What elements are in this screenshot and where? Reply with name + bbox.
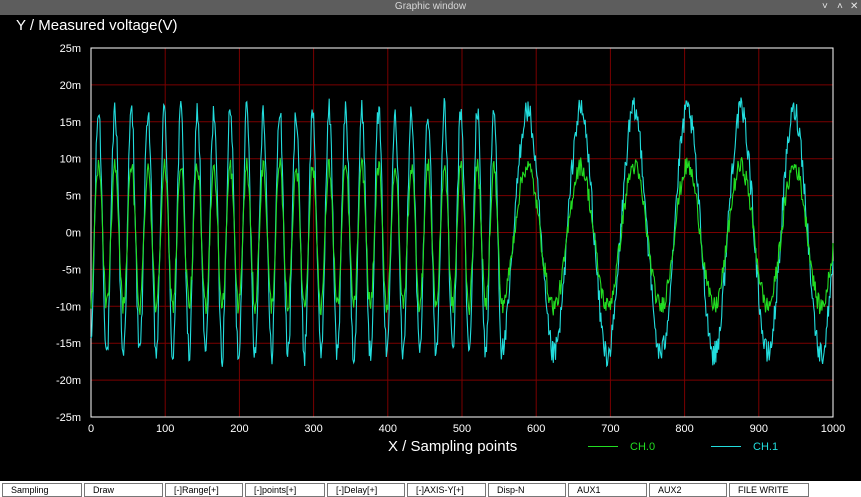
y-tick-label: 25m bbox=[60, 43, 81, 55]
y-tick-label: 10m bbox=[60, 154, 81, 166]
x-tick-label: 900 bbox=[750, 423, 768, 435]
axis-y-button[interactable]: [-]AXIS-Y[+] bbox=[407, 483, 486, 497]
y-tick-label: 5m bbox=[66, 191, 81, 203]
close-icon[interactable]: ✕ bbox=[850, 1, 858, 12]
control-toolbar: Sampling Draw [-]Range[+] [-]points[+] [… bbox=[0, 481, 861, 497]
y-tick-label: 0m bbox=[66, 228, 81, 240]
x-tick-label: 600 bbox=[527, 423, 545, 435]
window-title: Graphic window bbox=[394, 1, 467, 12]
x-axis-title: X / Sampling points bbox=[388, 438, 518, 455]
x-tick-label: 100 bbox=[156, 423, 174, 435]
maximize-icon[interactable]: ˄ bbox=[837, 1, 843, 12]
disp-n-button[interactable]: Disp-N bbox=[488, 483, 566, 497]
y-tick-label: -10m bbox=[56, 301, 81, 313]
y-tick-label: 15m bbox=[60, 117, 81, 129]
legend-label-ch1: CH.1 bbox=[753, 441, 779, 453]
aux1-button[interactable]: AUX1 bbox=[568, 483, 647, 497]
chart: 25m 20m 15m 10m 5m 0m -5m -10m -15m -20m -25m 0 100 2… bbox=[56, 43, 845, 435]
y-tick-label: -25m bbox=[56, 412, 81, 424]
range-button[interactable]: [-]Range[+] bbox=[165, 483, 243, 497]
delay-button[interactable]: [-]Delay[+] bbox=[327, 483, 405, 497]
x-tick-label: 800 bbox=[675, 423, 693, 435]
legend-line-ch1 bbox=[711, 446, 741, 447]
window-titlebar: Graphic window ˅ ˄ ✕ bbox=[0, 0, 861, 15]
y-axis-title: Y / Measured voltage(V) bbox=[16, 17, 178, 34]
x-tick-label: 700 bbox=[601, 423, 619, 435]
x-tick-label: 500 bbox=[453, 423, 471, 435]
points-button[interactable]: [-]points[+] bbox=[245, 483, 325, 497]
y-tick-label: -15m bbox=[56, 338, 81, 350]
x-tick-label: 0 bbox=[88, 423, 94, 435]
legend-label-ch0: CH.0 bbox=[630, 441, 656, 453]
sampling-button[interactable]: Sampling bbox=[2, 483, 82, 497]
x-tick-label: 300 bbox=[304, 423, 322, 435]
y-tick-label: -5m bbox=[62, 264, 81, 276]
y-tick-label: 20m bbox=[60, 80, 81, 92]
x-tick-label: 200 bbox=[230, 423, 248, 435]
minimize-icon[interactable]: ˅ bbox=[822, 1, 828, 12]
legend-line-ch0 bbox=[588, 446, 618, 447]
plot-area: 25m 20m 15m 10m 5m 0m -5m -10m -15m -20m -25m 0 100 2… bbox=[0, 15, 861, 481]
draw-button[interactable]: Draw bbox=[84, 483, 163, 497]
file-write-button[interactable]: FILE WRITE bbox=[729, 483, 809, 497]
aux2-button[interactable]: AUX2 bbox=[649, 483, 727, 497]
x-tick-label: 400 bbox=[379, 423, 397, 435]
x-tick-label: 1000 bbox=[821, 423, 845, 435]
y-tick-label: -20m bbox=[56, 375, 81, 387]
